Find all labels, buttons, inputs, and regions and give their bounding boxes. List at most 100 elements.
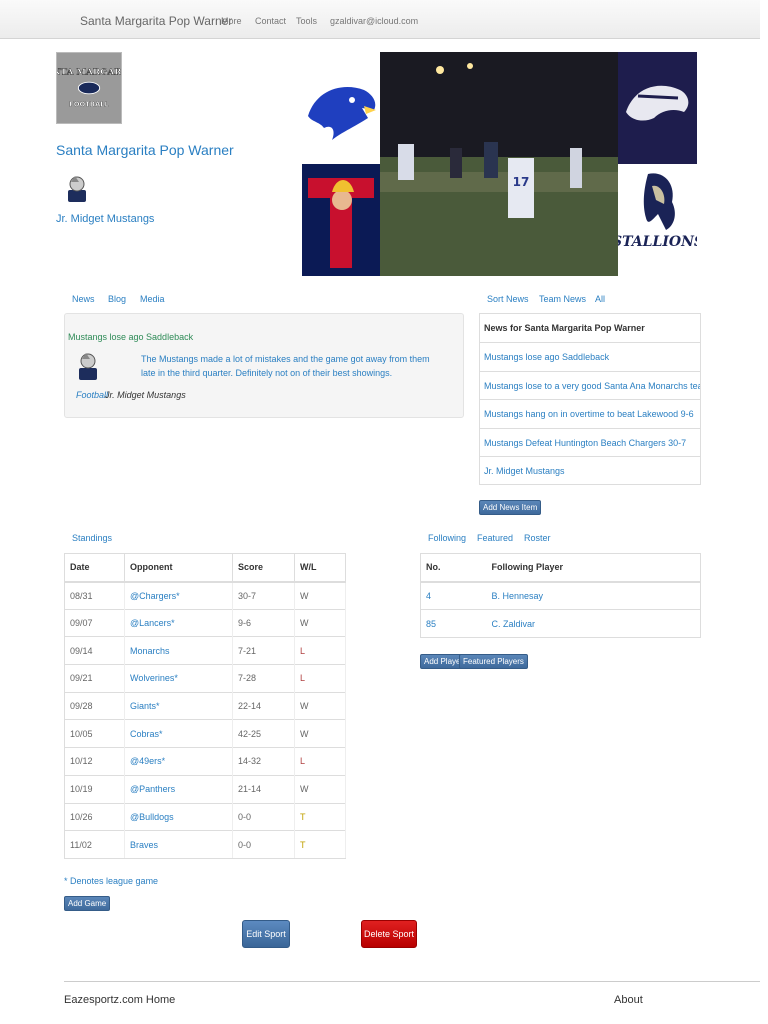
column-header-score: Score <box>232 553 295 583</box>
mustang-mascot-icon <box>68 176 86 202</box>
news-list-item[interactable]: Mustangs hang on in overtime to beat Lak… <box>480 399 700 427</box>
edit-sport-button[interactable]: Edit Sport <box>242 920 290 948</box>
add-game-button[interactable]: Add Game <box>64 896 111 911</box>
mustang-mascot-icon <box>79 353 97 380</box>
svg-text:17: 17 <box>513 175 530 189</box>
news-list: News for Santa Margarita Pop Warner Must… <box>479 313 701 486</box>
opponent-link[interactable]: @Chargers* <box>124 581 233 610</box>
game-date: 11/02 <box>64 830 125 859</box>
game-score: 14-32 <box>232 747 295 776</box>
player-number[interactable]: 4 <box>420 581 487 610</box>
opponent-link[interactable]: Wolverines* <box>124 664 233 693</box>
game-date: 09/07 <box>64 608 125 637</box>
division-link[interactable]: Jr. Midget Mustangs <box>56 213 154 225</box>
game-score: 22-14 <box>232 691 295 720</box>
table-row: 10/05 Cobras* 42-25 W <box>64 719 346 748</box>
opponent-link[interactable]: Cobras* <box>124 719 233 748</box>
table-row: 09/07 @Lancers* 9-6 W <box>64 608 346 637</box>
tab-team-news[interactable]: Team News <box>539 294 586 304</box>
news-list-item[interactable]: Mustangs lose ago Saddleback <box>480 342 700 370</box>
game-result: W <box>294 608 346 637</box>
top-navbar: Santa Margarita Pop Warner More Contact … <box>0 0 760 39</box>
bronco-logo-icon <box>618 52 697 164</box>
opponent-link[interactable]: @49ers* <box>124 747 233 776</box>
table-header-row: Date Opponent Score W/L <box>64 553 346 583</box>
game-result: W <box>294 581 346 610</box>
game-result: T <box>294 830 346 859</box>
page-title: Santa Margarita Pop Warner <box>56 142 234 158</box>
game-score: 42-25 <box>232 719 295 748</box>
tab-roster[interactable]: Roster <box>524 533 551 543</box>
column-header-number: No. <box>420 553 487 583</box>
league-game-note: * Denotes league game <box>64 876 159 886</box>
player-name[interactable]: C. Zaldivar <box>486 609 701 638</box>
game-date: 08/31 <box>64 581 125 610</box>
player-name[interactable]: B. Hennesay <box>486 581 701 610</box>
stallions-logo-text: STALLIONS <box>618 234 697 250</box>
nav-more[interactable]: More <box>221 16 242 26</box>
column-header-following-player: Following Player <box>486 553 701 583</box>
featured-players-button[interactable]: Featured Players <box>459 654 528 669</box>
game-score: 7-21 <box>232 636 295 665</box>
game-result: W <box>294 719 346 748</box>
game-date: 09/28 <box>64 691 125 720</box>
tab-media[interactable]: Media <box>140 294 165 304</box>
game-date: 10/12 <box>64 747 125 776</box>
tab-featured[interactable]: Featured <box>477 533 513 543</box>
game-date: 10/26 <box>64 802 125 831</box>
player-number[interactable]: 85 <box>420 609 487 638</box>
opponent-link[interactable]: @Panthers <box>124 774 233 803</box>
game-score: 0-0 <box>232 802 295 831</box>
tab-standings[interactable]: Standings <box>72 533 112 543</box>
table-header-row: No. Following Player <box>420 553 701 583</box>
game-result: L <box>294 664 346 693</box>
opponent-link[interactable]: Monarchs <box>124 636 233 665</box>
news-list-item[interactable]: Mustangs lose to a very good Santa Ana M… <box>480 370 700 399</box>
footer-home-link[interactable]: Eazesportz.com Home <box>64 994 175 1006</box>
add-news-item-button[interactable]: Add News Item <box>479 500 542 515</box>
table-row: 10/12 @49ers* 14-32 L <box>64 747 346 776</box>
league-logo: SANTA MARGARITA FOOTBALL <box>39 52 139 124</box>
stallions-logo-icon: STALLIONS <box>618 164 697 276</box>
table-row: 4 B. Hennesay <box>420 581 701 610</box>
featured-news-headline[interactable]: Mustangs lose ago Saddleback <box>68 332 193 342</box>
delete-sport-button[interactable]: Delete Sport <box>361 920 417 948</box>
logo-title-text: SANTA MARGARITA <box>57 67 121 77</box>
news-list-item[interactable]: Jr. Midget Mustangs <box>480 455 700 484</box>
opponent-link[interactable]: Braves <box>124 830 233 859</box>
game-result: L <box>294 636 346 665</box>
nav-contact[interactable]: Contact <box>255 16 286 26</box>
news-list-item[interactable]: Mustangs Defeat Huntington Beach Charger… <box>480 427 700 456</box>
tab-following[interactable]: Following <box>428 533 466 543</box>
sport-tag-link[interactable]: Football <box>76 390 108 400</box>
game-result: T <box>294 802 346 831</box>
opponent-link[interactable]: Giants* <box>124 691 233 720</box>
opponent-link[interactable]: @Lancers* <box>124 608 233 637</box>
nav-user-email[interactable]: gzaldivar@icloud.com <box>330 16 418 26</box>
logo-sub-text: FOOTBALL <box>69 100 109 108</box>
game-score: 21-14 <box>232 774 295 803</box>
game-date: 10/05 <box>64 719 125 748</box>
tab-all[interactable]: All <box>595 294 605 304</box>
footer-about-link[interactable]: About <box>614 994 643 1006</box>
team-tag: Jr. Midget Mustangs <box>105 390 186 400</box>
tab-blog[interactable]: Blog <box>108 294 126 304</box>
trojan-logo-icon <box>302 164 380 276</box>
featured-news-body: The Mustangs made a lot of mistakes and … <box>141 354 430 378</box>
brand-link[interactable]: Santa Margarita Pop Warner <box>80 14 232 28</box>
column-header-opponent: Opponent <box>124 553 233 583</box>
game-result: L <box>294 747 346 776</box>
game-score: 0-0 <box>232 830 295 859</box>
table-row: 08/31 @Chargers* 30-7 W <box>64 581 346 610</box>
table-row: 10/26 @Bulldogs 0-0 T <box>64 802 346 831</box>
opponent-link[interactable]: @Bulldogs <box>124 802 233 831</box>
nav-tools[interactable]: Tools <box>296 16 317 26</box>
featured-news-card: Mustangs lose ago Saddleback The Mustang… <box>64 313 464 418</box>
table-row: 09/14 Monarchs 7-21 L <box>64 636 346 665</box>
column-header-date: Date <box>64 553 125 583</box>
tab-sort-news[interactable]: Sort News <box>487 294 529 304</box>
game-score: 30-7 <box>232 581 295 610</box>
game-date: 09/14 <box>64 636 125 665</box>
tab-news[interactable]: News <box>72 294 95 304</box>
eagle-logo-icon <box>308 87 376 140</box>
